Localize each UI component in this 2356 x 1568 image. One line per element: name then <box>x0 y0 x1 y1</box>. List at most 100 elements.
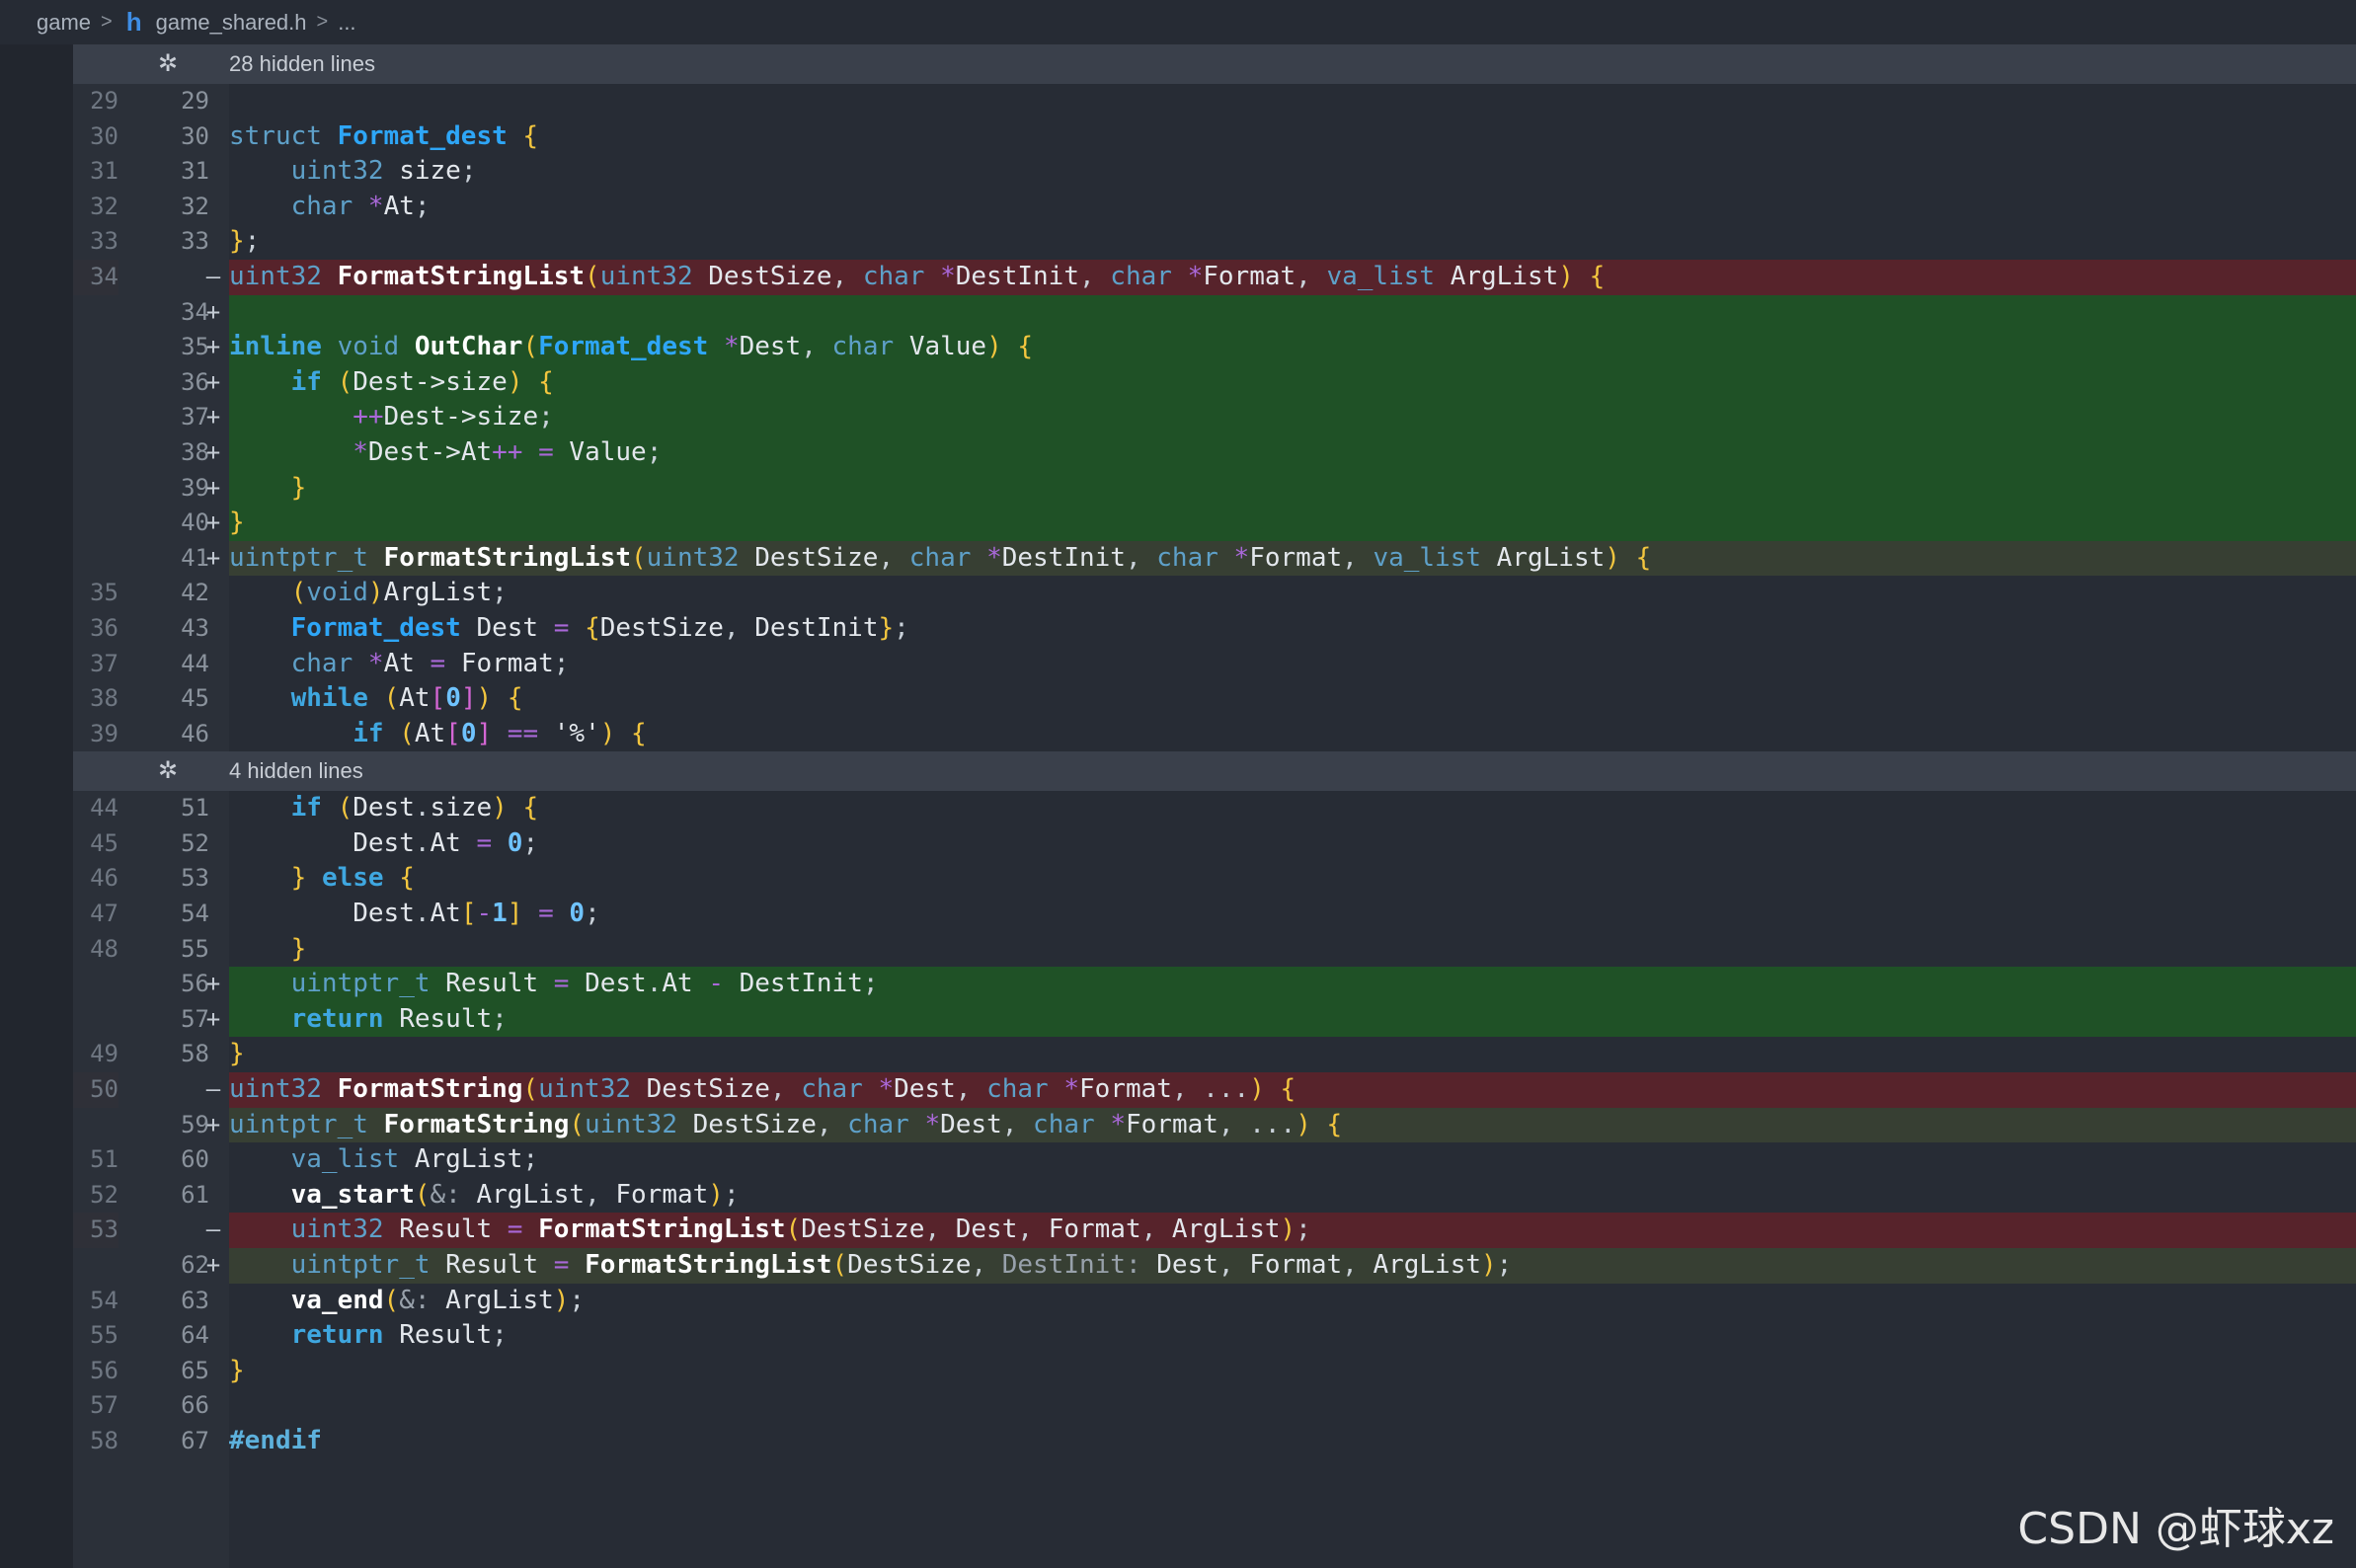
diff-line[interactable]: 49 58} <box>0 1037 2356 1072</box>
diff-line[interactable]: 39 46 if (At[0] == '%') { <box>0 717 2356 752</box>
diff-line[interactable]: 34 — uint32 FormatStringList(uint32 DestSi… <box>0 259 2356 295</box>
diff-line[interactable]: 56 + uintptr_t Result = Dest.At - DestIni… <box>0 967 2356 1002</box>
breadcrumb-file[interactable]: game_shared.h <box>150 10 313 36</box>
new-line-number: 36 <box>181 367 209 396</box>
diff-band <box>229 1388 2356 1424</box>
old-line-number: 30 <box>90 121 118 150</box>
new-line-number: 58 <box>181 1040 209 1068</box>
breadcrumb-more[interactable]: ... <box>332 10 361 36</box>
breadcrumb-folder[interactable]: game <box>0 10 97 36</box>
code-text: inline void OutChar(Format_dest *Dest, c… <box>229 332 1034 362</box>
diff-marker: — <box>205 262 221 290</box>
diff-line[interactable]: 47 54 Dest.At[-1] = 0; <box>0 897 2356 932</box>
old-line-number: 45 <box>90 828 118 857</box>
diff-line[interactable]: 29 29 <box>0 84 2356 119</box>
old-line-number: 31 <box>90 157 118 186</box>
new-line-number: 42 <box>181 579 209 607</box>
code-text: } <box>229 1039 245 1069</box>
diff-line[interactable]: 55 64 return Result; <box>0 1318 2356 1354</box>
code-text: if (Dest.size) { <box>290 793 539 823</box>
diff-line[interactable]: 44 51 if (Dest.size) { <box>0 791 2356 826</box>
diff-line[interactable]: 31 31 uint32 size; <box>0 154 2356 190</box>
code-text: va_list ArgList; <box>290 1144 539 1175</box>
diff-line[interactable]: 40 +} <box>0 506 2356 541</box>
code-text: Dest.At[-1] = 0; <box>353 899 600 929</box>
new-line-number: 67 <box>181 1426 209 1454</box>
code-text: uintptr_t FormatString(uint32 DestSize, … <box>229 1109 1343 1139</box>
diff-line[interactable]: 37 44 char *At = Format; <box>0 647 2356 682</box>
diff-line[interactable]: 53 — uint32 Result = FormatStringList(Des… <box>0 1213 2356 1248</box>
code-text: struct Format_dest { <box>229 120 539 151</box>
new-line-number: 32 <box>181 192 209 220</box>
diff-line[interactable]: 32 32 char *At; <box>0 190 2356 225</box>
diff-line[interactable]: 35 42 (void)ArgList; <box>0 576 2356 611</box>
old-line-number: 36 <box>90 613 118 642</box>
diff-line[interactable]: 57 + return Result; <box>0 1001 2356 1038</box>
diff-line[interactable]: 57 66 <box>0 1388 2356 1424</box>
diff-marker: + <box>205 333 221 361</box>
unfold-icon[interactable]: ✲ <box>158 751 178 791</box>
hidden-lines-bar[interactable]: ✲ 4 hidden lines <box>73 751 2356 792</box>
new-line-number: 62 <box>181 1251 209 1279</box>
old-line-number: 56 <box>90 1356 118 1384</box>
new-line-number: 39 <box>181 473 209 502</box>
new-line-number: 60 <box>181 1145 209 1174</box>
diff-line[interactable]: 54 63 va_end(&: ArgList); <box>0 1284 2356 1319</box>
code-text: char *At; <box>290 191 431 221</box>
old-line-number: 52 <box>90 1180 118 1209</box>
diff-line[interactable]: 34 + <box>0 294 2356 331</box>
old-line-number: 44 <box>90 794 118 823</box>
diff-marker: + <box>205 1110 221 1138</box>
diff-line[interactable]: 41 + uintptr_t FormatStringList(uint32 Des… <box>0 540 2356 577</box>
code-text: ++Dest->size; <box>353 402 554 432</box>
code-text: char *At = Format; <box>290 648 570 678</box>
diff-band <box>229 84 2356 119</box>
diff-line[interactable]: 30 30 struct Format_dest { <box>0 119 2356 155</box>
diff-marker: + <box>205 509 221 537</box>
diff-view: ✲ 28 hidden lines 29 29 30 30 struct Format_de… <box>0 44 2356 1459</box>
old-line-number: 39 <box>90 719 118 747</box>
hidden-lines-bar[interactable]: ✲ 28 hidden lines <box>73 44 2356 84</box>
diff-line[interactable]: 38 + *Dest->At++ = Value; <box>0 434 2356 471</box>
diff-line[interactable]: 33 33}; <box>0 224 2356 260</box>
diff-line[interactable]: 58 67 #endif <box>0 1424 2356 1459</box>
code-text: #endif <box>229 1425 322 1455</box>
diff-line[interactable]: 56 65} <box>0 1354 2356 1389</box>
old-line-number: 34 <box>73 259 118 295</box>
new-line-number: 59 <box>181 1110 209 1138</box>
code-text: return Result; <box>290 1320 508 1351</box>
code-text: uint32 size; <box>290 156 477 187</box>
diff-line[interactable]: 39 + } <box>0 470 2356 507</box>
breadcrumb: game > h game_shared.h > ... <box>0 0 2356 44</box>
diff-line[interactable]: 48 55 } <box>0 932 2356 968</box>
diff-line[interactable]: 50 — uint32 FormatString(uint32 DestSize, … <box>0 1072 2356 1108</box>
diff-line[interactable]: 62 + uintptr_t Result = FormatStringList(… <box>0 1248 2356 1284</box>
code-text: uint32 FormatStringList(uint32 DestSize,… <box>229 261 1606 291</box>
diff-line[interactable]: 37 + ++Dest->size; <box>0 400 2356 435</box>
diff-line[interactable]: 46 53 } else { <box>0 861 2356 897</box>
new-line-number: 66 <box>181 1391 209 1420</box>
new-line-number: 38 <box>181 437 209 466</box>
new-line-number: 63 <box>181 1286 209 1314</box>
diff-line[interactable]: 35 + inline void OutChar(Format_dest *Dest… <box>0 330 2356 365</box>
new-line-number: 30 <box>181 121 209 150</box>
new-line-number: 53 <box>181 864 209 893</box>
diff-line[interactable]: 52 61 va_start(&: ArgList, Format); <box>0 1178 2356 1214</box>
old-line-number: 33 <box>90 227 118 256</box>
hidden-lines-label: 28 hidden lines <box>229 51 376 76</box>
new-line-number: 64 <box>181 1321 209 1350</box>
code-text: (void)ArgList; <box>290 578 508 608</box>
diff-line[interactable]: 36 43 Format_dest Dest = {DestSize, DestI… <box>0 611 2356 647</box>
hidden-lines-label: 4 hidden lines <box>229 758 363 784</box>
diff-marker: + <box>205 1251 221 1279</box>
old-line-number: 49 <box>90 1040 118 1068</box>
diff-line[interactable]: 38 45 while (At[0]) { <box>0 681 2356 717</box>
diff-line[interactable]: 51 60 va_list ArgList; <box>0 1142 2356 1178</box>
new-line-number: 40 <box>181 509 209 537</box>
diff-line[interactable]: 59 + uintptr_t FormatString(uint32 DestSiz… <box>0 1107 2356 1143</box>
diff-line[interactable]: 36 + if (Dest->size) { <box>0 364 2356 401</box>
old-line-number: 37 <box>90 649 118 677</box>
diff-line[interactable]: 45 52 Dest.At = 0; <box>0 826 2356 862</box>
unfold-icon[interactable]: ✲ <box>158 44 178 84</box>
new-line-number: 57 <box>181 1004 209 1033</box>
